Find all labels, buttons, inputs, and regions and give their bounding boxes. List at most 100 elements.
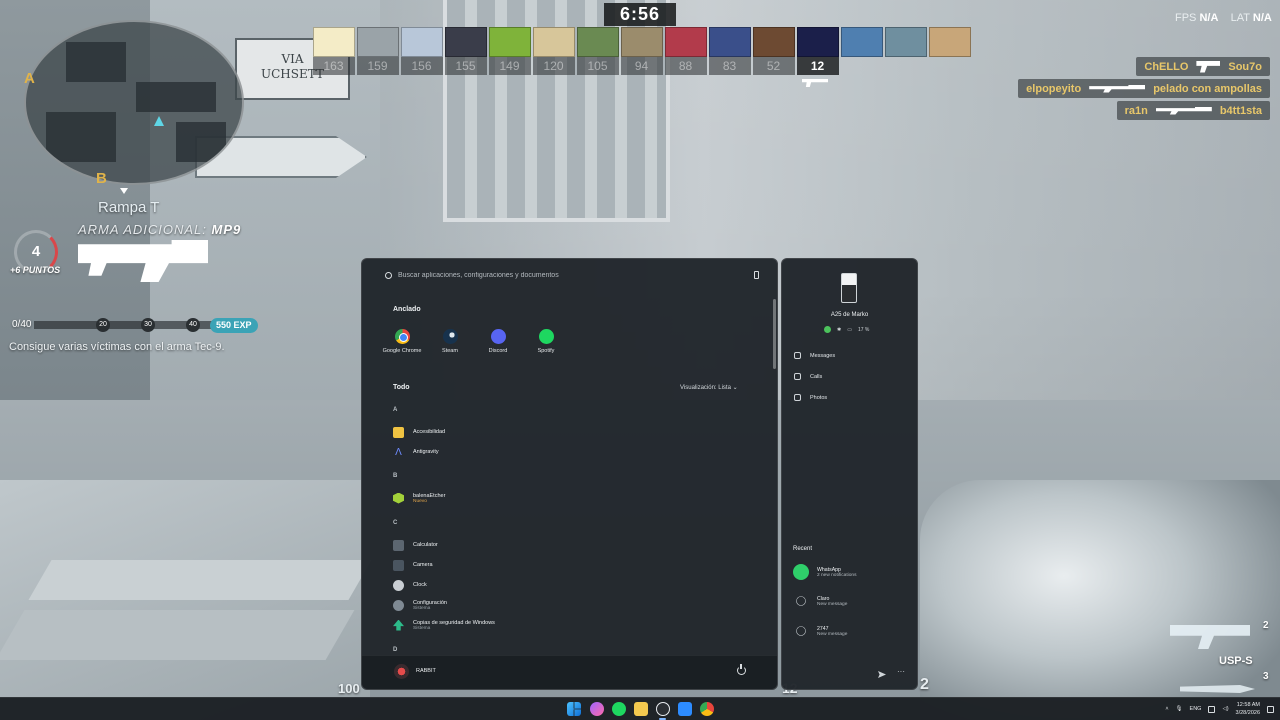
zoom-icon[interactable] xyxy=(678,702,692,716)
viewmodel-pistol xyxy=(920,480,1280,720)
player-score: 105 xyxy=(576,57,619,75)
player-avatar xyxy=(620,27,663,57)
pinned-label: Steam xyxy=(442,348,458,354)
pinned-discord[interactable]: Discord xyxy=(474,329,522,354)
player-score: 120 xyxy=(532,57,575,75)
scoreboard-player: 149 xyxy=(488,27,531,75)
clock-date: 3/28/2026 xyxy=(1235,710,1260,716)
app-item-camera[interactable]: Camera xyxy=(393,557,433,573)
app-name: Calculator xyxy=(413,542,438,548)
app-subtitle: Sistema xyxy=(413,625,431,631)
recent-item[interactable]: WhatsApp 2 new notifications xyxy=(793,564,856,580)
network-icon[interactable] xyxy=(1208,705,1216,713)
language-indicator[interactable]: ENG xyxy=(1190,706,1202,712)
camera-icon xyxy=(393,559,404,571)
killfeed-killer: elpopeyito xyxy=(1026,82,1082,95)
player-avatar xyxy=(312,27,355,57)
github-icon[interactable] xyxy=(656,702,670,716)
clock-time: 12:58 AM xyxy=(1236,702,1260,708)
caret-down-icon xyxy=(120,188,128,194)
power-icon[interactable] xyxy=(737,664,746,675)
app-item-calculator[interactable]: Calculator xyxy=(393,537,438,553)
calculator-icon xyxy=(393,539,404,551)
phone-link-label: Calls xyxy=(810,373,823,380)
phone-icon xyxy=(841,273,857,303)
spotify-icon[interactable] xyxy=(612,702,626,716)
app-item-configuracion[interactable]: Configuración Sistema xyxy=(393,597,447,613)
player-marker-icon xyxy=(154,116,164,126)
volume-icon[interactable]: ◁) xyxy=(1222,706,1228,712)
app-item-clock[interactable]: Clock xyxy=(393,577,427,593)
minimap-site-b: B xyxy=(96,170,107,187)
player-avatar xyxy=(796,27,839,57)
pinned-spotify[interactable]: Spotify xyxy=(522,329,570,354)
mission-progress-bar xyxy=(34,321,232,329)
app-item-antigravity[interactable]: Λ Antigravity xyxy=(393,444,439,460)
chevron-down-icon: ⌄ xyxy=(732,385,738,391)
device-name: A25 de Marko xyxy=(830,312,869,318)
photo-icon xyxy=(794,394,801,401)
phone-link-photos[interactable]: Photos xyxy=(794,394,827,401)
letter-header-d[interactable]: D xyxy=(393,647,397,653)
player-avatar xyxy=(708,27,751,57)
app-item-windows-backup[interactable]: Copias de seguridad de Windows Sistema xyxy=(393,617,495,633)
notification-icon[interactable] xyxy=(1267,705,1274,713)
phone-toggle-icon[interactable] xyxy=(754,271,759,279)
phone-link-label: Photos xyxy=(810,394,828,401)
phone-link-calls[interactable]: Calls xyxy=(794,373,822,380)
letter-header-a[interactable]: A xyxy=(393,407,397,413)
backup-icon xyxy=(393,619,404,631)
player-score: 83 xyxy=(708,57,751,75)
player-avatar xyxy=(884,27,927,57)
player-score: 52 xyxy=(752,57,795,75)
killfeed-killer: ChELLO xyxy=(1144,60,1189,73)
phone-link-messages[interactable]: Messages xyxy=(794,352,835,359)
player-score: 159 xyxy=(356,57,399,75)
copilot-icon[interactable] xyxy=(590,702,604,716)
scoreboard-player xyxy=(928,27,971,75)
avatar[interactable] xyxy=(394,664,409,679)
taskbar: ˄ 🎙 ENG ◁) 12:58 AM 3/28/2026 xyxy=(0,697,1280,720)
player-avatar xyxy=(840,27,883,57)
letter-header-c[interactable]: C xyxy=(393,520,397,526)
balena-icon xyxy=(393,492,404,504)
message-icon xyxy=(794,352,801,359)
notes-icon[interactable] xyxy=(634,702,648,716)
fps-value: N/A xyxy=(1199,12,1219,24)
letter-header-b[interactable]: B xyxy=(393,473,397,479)
player-avatar xyxy=(532,27,575,57)
app-item-accesibilidad[interactable]: Accesibilidad xyxy=(393,424,445,440)
pinned-label: Spotify xyxy=(537,348,555,354)
app-item-balenaetcher[interactable]: balenaEtcher Nuevo xyxy=(393,490,445,506)
lat-label: LAT xyxy=(1230,12,1250,24)
chrome-icon[interactable] xyxy=(700,702,714,716)
pinned-chrome[interactable]: Google Chrome xyxy=(378,329,426,354)
more-icon[interactable]: ··· xyxy=(897,667,905,676)
view-toggle-button[interactable]: Visualización: Lista ⌄ xyxy=(680,384,738,391)
send-icon[interactable] xyxy=(878,671,886,678)
message-icon xyxy=(796,596,806,606)
windows-start-icon[interactable] xyxy=(567,702,581,716)
user-name[interactable]: RABBIT xyxy=(416,668,436,674)
pinned-steam[interactable]: Steam xyxy=(426,329,474,354)
search-box[interactable] xyxy=(379,265,765,285)
recent-item[interactable]: 2747 New message xyxy=(793,623,847,639)
killfeed-victim: b4tt1sta xyxy=(1219,104,1262,117)
chevron-up-icon[interactable]: ˄ xyxy=(1165,706,1168,712)
search-input[interactable] xyxy=(398,271,748,279)
scoreboard-player: 155 xyxy=(444,27,487,75)
clock-icon xyxy=(393,579,404,591)
clock[interactable]: 12:58 AM 3/28/2026 xyxy=(1236,701,1260,717)
scrollbar[interactable] xyxy=(773,299,776,369)
recent-item[interactable]: Claro New message xyxy=(793,593,847,609)
microphone-icon[interactable]: 🎙 xyxy=(1176,706,1183,712)
player-score: 12 xyxy=(796,57,839,75)
phone-call-icon xyxy=(794,373,801,380)
scoreboard: 163 159 156 155 149 120 105 94 88 83 52 12 xyxy=(312,27,971,75)
scoreboard-player: 120 xyxy=(532,27,575,75)
mission-progress-count: 0/40 xyxy=(12,319,32,330)
player-avatar xyxy=(576,27,619,57)
start-footer: RABBIT xyxy=(362,655,777,689)
battery-level: 17 % xyxy=(857,326,870,333)
system-tray: ˄ 🎙 ENG ◁) 12:58 AM 3/28/2026 xyxy=(1165,701,1274,717)
